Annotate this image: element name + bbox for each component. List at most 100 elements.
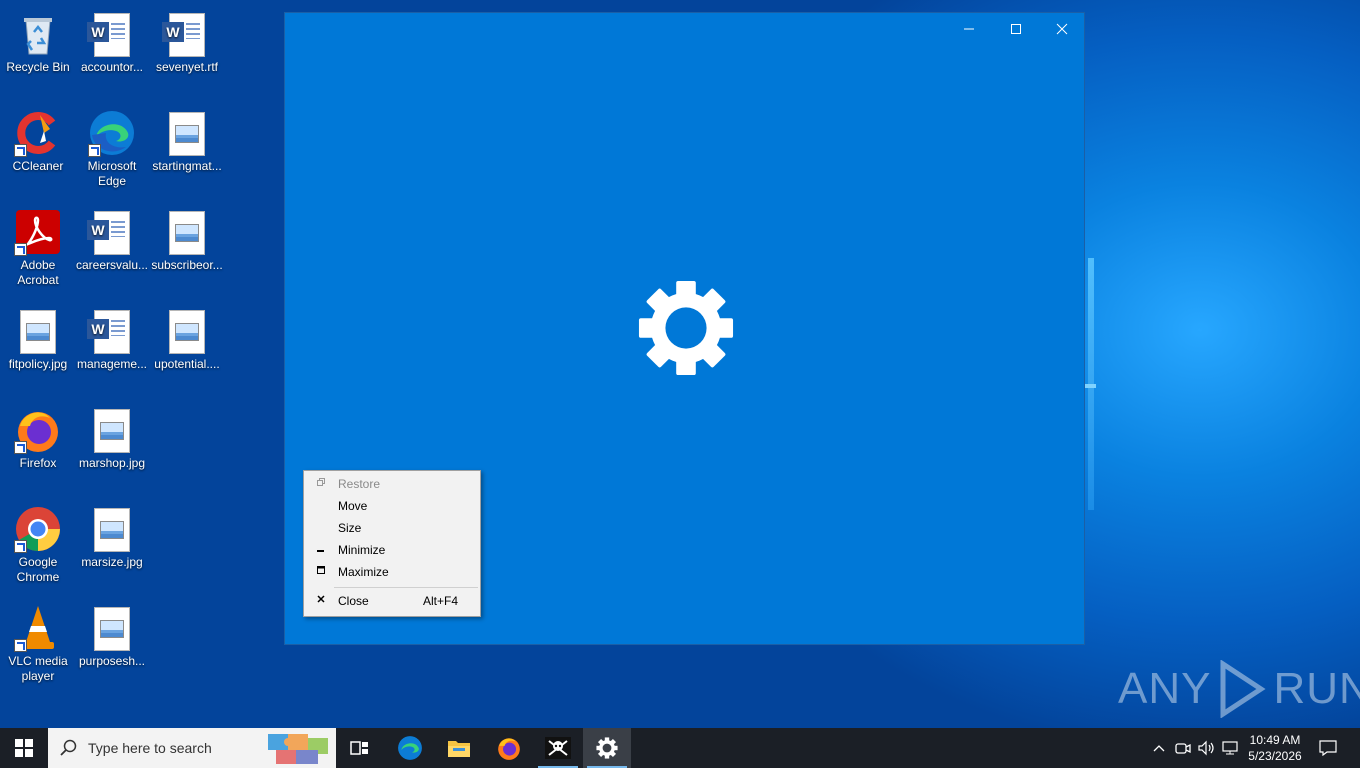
image-file-icon xyxy=(163,307,211,355)
volume-icon xyxy=(1198,740,1214,756)
taskbar-firefox[interactable] xyxy=(485,728,533,768)
taskbar-settings[interactable] xyxy=(583,728,631,768)
desktop-icon-label: marshop.jpg xyxy=(78,456,146,470)
restore-icon xyxy=(316,473,326,495)
desktop-icon-word-doc[interactable]: W accountor... xyxy=(74,4,150,75)
desktop-icon-word-doc[interactable]: W careersvalu... xyxy=(74,202,150,273)
desktop-light-beam-accent xyxy=(1084,384,1096,388)
menu-item-label: Maximize xyxy=(338,565,389,579)
tray-meet-now[interactable] xyxy=(1172,728,1194,768)
adobe-acrobat-icon xyxy=(14,208,62,256)
image-file-icon xyxy=(88,505,136,553)
taskbar-file-explorer[interactable] xyxy=(435,728,483,768)
desktop-icon-adobe-acrobat[interactable]: Adobe Acrobat xyxy=(0,202,76,288)
desktop-icon-image-file[interactable]: fitpolicy.jpg xyxy=(0,301,76,372)
edge-icon xyxy=(398,736,422,760)
desktop-icon-image-file[interactable]: startingmat... xyxy=(149,103,225,174)
minimize-icon xyxy=(316,539,326,561)
settings-icon xyxy=(596,737,618,759)
watermark-text-right: RUN xyxy=(1273,664,1360,713)
menu-item-move[interactable]: Move xyxy=(304,495,478,517)
desktop-icon-label: VLC media player xyxy=(8,654,68,683)
maximize-icon xyxy=(1011,24,1021,34)
desktop-icon-label: accountor... xyxy=(80,60,144,74)
tray-network[interactable] xyxy=(1220,728,1242,768)
word-document-icon: W xyxy=(87,10,136,58)
watermark-text-left: ANY xyxy=(1118,664,1212,713)
desktop-icon-label: manageme... xyxy=(76,357,148,371)
close-button[interactable] xyxy=(1039,13,1085,45)
task-view-button[interactable] xyxy=(336,728,384,768)
start-button[interactable] xyxy=(0,728,48,768)
desktop-icon-recycle-bin[interactable]: Recycle Bin xyxy=(0,4,76,75)
maximize-button[interactable] xyxy=(993,13,1039,45)
action-center-button[interactable] xyxy=(1310,728,1346,768)
desktop-icon-word-doc[interactable]: W manageme... xyxy=(74,301,150,372)
minimize-button[interactable] xyxy=(946,13,992,45)
ccleaner-icon xyxy=(14,109,62,157)
desktop-icon-label: Adobe Acrobat xyxy=(17,258,59,287)
taskbar-pirate-app[interactable] xyxy=(534,728,582,768)
desktop-icon-label: startingmat... xyxy=(152,159,222,173)
vlc-icon xyxy=(14,604,62,652)
chevron-up-icon xyxy=(1153,745,1165,752)
edge-icon xyxy=(88,109,136,157)
anyrun-watermark: ANY RUN xyxy=(1118,660,1360,718)
word-document-icon: W xyxy=(87,307,136,355)
desktop-icon-firefox[interactable]: Firefox xyxy=(0,400,76,471)
menu-item-accelerator: Alt+F4 xyxy=(422,594,458,608)
desktop-icon-label: subscribeor... xyxy=(151,258,223,272)
menu-item-size[interactable]: Size xyxy=(304,517,478,539)
taskbar-edge[interactable] xyxy=(386,728,434,768)
desktop-icon-google-chrome[interactable]: Google Chrome xyxy=(0,499,76,585)
desktop-icon-label: sevenyet.rtf xyxy=(155,60,219,74)
firefox-icon xyxy=(14,406,62,454)
camera-icon xyxy=(1175,743,1191,754)
word-document-icon: W xyxy=(162,10,211,58)
network-icon xyxy=(1222,741,1238,755)
show-hidden-icons-button[interactable] xyxy=(1148,728,1170,768)
menu-item-label: Move xyxy=(338,499,368,513)
image-file-icon xyxy=(88,604,136,652)
menu-item-label: Size xyxy=(338,521,362,535)
desktop-icon-label: Recycle Bin xyxy=(6,60,70,74)
menu-item-minimize[interactable]: Minimize xyxy=(304,539,478,561)
desktop-icon-word-doc[interactable]: W sevenyet.rtf xyxy=(149,4,225,75)
windows-logo-icon xyxy=(15,739,33,757)
desktop-icon-label: upotential.... xyxy=(154,357,220,371)
tray-volume[interactable] xyxy=(1196,728,1218,768)
window-system-menu[interactable]: Restore Move Size Minimize Maximize Clos… xyxy=(303,470,481,617)
desktop-icon-label: purposesh... xyxy=(78,654,146,668)
clock-date: 5/23/2026 xyxy=(1248,749,1302,763)
menu-separator xyxy=(334,587,478,588)
recycle-bin-icon xyxy=(14,10,62,58)
pirate-app-icon xyxy=(545,737,571,759)
menu-item-maximize[interactable]: Maximize xyxy=(304,561,478,583)
image-file-icon xyxy=(163,109,211,157)
desktop-icon-image-file[interactable]: marsize.jpg xyxy=(74,499,150,570)
desktop-icon-label: CCleaner xyxy=(12,159,64,173)
word-document-icon: W xyxy=(87,208,136,256)
desktop-icon-image-file[interactable]: subscribeor... xyxy=(149,202,225,273)
search-icon xyxy=(60,739,77,756)
maximize-icon xyxy=(316,561,326,583)
clock-time: 10:49 AM xyxy=(1249,733,1301,747)
firefox-icon xyxy=(498,738,520,760)
desktop-icon-label: careersvalu... xyxy=(75,258,149,272)
menu-item-restore[interactable]: Restore xyxy=(304,473,478,495)
chrome-icon xyxy=(14,505,62,553)
desktop-icon-image-file[interactable]: purposesh... xyxy=(74,598,150,669)
taskbar-search-box[interactable]: Type here to search xyxy=(48,728,336,768)
menu-item-close[interactable]: Close Alt+F4 xyxy=(304,590,478,612)
desktop-icon-image-file[interactable]: marshop.jpg xyxy=(74,400,150,471)
play-logo-icon xyxy=(1220,660,1267,718)
close-icon xyxy=(1056,23,1068,35)
desktop-icon-edge[interactable]: Microsoft Edge xyxy=(74,103,150,189)
desktop-icon-label: marsize.jpg xyxy=(81,555,143,569)
gear-icon xyxy=(637,279,735,377)
desktop-icon-image-file[interactable]: upotential.... xyxy=(149,301,225,372)
desktop-icon-ccleaner[interactable]: CCleaner xyxy=(0,103,76,174)
taskbar-clock[interactable]: 10:49 AM 5/23/2026 xyxy=(1240,732,1310,764)
desktop-icon-vlc[interactable]: VLC media player xyxy=(0,598,76,684)
menu-item-label: Close xyxy=(338,594,369,608)
